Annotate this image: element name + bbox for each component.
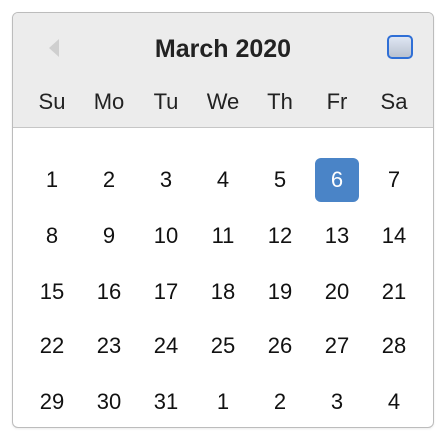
day-cell[interactable]: 9: [87, 214, 131, 258]
weekday-sunday: Su: [38, 89, 66, 114]
day-cell[interactable]: 28: [372, 324, 416, 368]
day-cell[interactable]: 17: [144, 270, 188, 314]
day-cell[interactable]: 29: [30, 380, 74, 424]
day-cell[interactable]: 14: [372, 214, 416, 258]
day-cell[interactable]: 1: [30, 158, 74, 202]
day-cell[interactable]: 31: [144, 380, 188, 424]
day-cell-selected[interactable]: 6: [315, 158, 359, 202]
day-cell[interactable]: 16: [87, 270, 131, 314]
weekday-saturday: Sa: [380, 89, 408, 114]
calendar-header: March 2020 Su Mo Tu We Th Fr Sa: [13, 13, 433, 128]
weekday-header-row: Su Mo Tu We Th Fr Sa: [13, 89, 433, 115]
day-cell[interactable]: 25: [201, 324, 245, 368]
weekday-monday: Mo: [93, 89, 125, 114]
day-cell[interactable]: 23: [87, 324, 131, 368]
day-cell[interactable]: 12: [258, 214, 302, 258]
day-cell[interactable]: 2: [258, 380, 302, 424]
day-cell[interactable]: 26: [258, 324, 302, 368]
day-cell[interactable]: 1: [201, 380, 245, 424]
day-cell[interactable]: 4: [201, 158, 245, 202]
next-month-button[interactable]: [387, 35, 413, 59]
weekday-wednesday: We: [206, 89, 240, 114]
month-title: March 2020: [154, 35, 292, 63]
day-cell[interactable]: 8: [30, 214, 74, 258]
day-cell[interactable]: 24: [144, 324, 188, 368]
day-cell[interactable]: 4: [372, 380, 416, 424]
calendar-popup: March 2020 Su Mo Tu We Th Fr Sa 1 2 3 4 …: [12, 12, 434, 428]
day-cell[interactable]: 7: [372, 158, 416, 202]
day-cell[interactable]: 5: [258, 158, 302, 202]
day-cell[interactable]: 13: [315, 214, 359, 258]
weekday-friday: Fr: [326, 89, 348, 114]
day-cell[interactable]: 3: [144, 158, 188, 202]
day-cell[interactable]: 2: [87, 158, 131, 202]
day-cell[interactable]: 27: [315, 324, 359, 368]
day-cell[interactable]: 11: [201, 214, 245, 258]
day-cell[interactable]: 10: [144, 214, 188, 258]
day-cell[interactable]: 19: [258, 270, 302, 314]
weekday-tuesday: Tu: [153, 89, 179, 114]
day-cell[interactable]: 22: [30, 324, 74, 368]
day-cell[interactable]: 21: [372, 270, 416, 314]
day-cell[interactable]: 15: [30, 270, 74, 314]
day-cell[interactable]: 20: [315, 270, 359, 314]
day-cell[interactable]: 30: [87, 380, 131, 424]
day-cell[interactable]: 18: [201, 270, 245, 314]
day-cell[interactable]: 3: [315, 380, 359, 424]
weekday-thursday: Th: [267, 89, 293, 114]
calendar-grid: 1 2 3 4 5 6 7 8 9 10 11 12 13 14 15 16 1…: [13, 127, 433, 427]
